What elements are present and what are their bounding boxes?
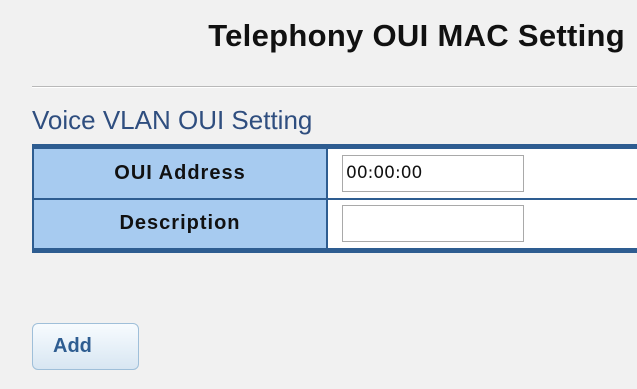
description-row: Description [33,198,637,251]
description-cell [327,198,637,251]
add-button[interactable]: Add [32,323,139,370]
title-divider [32,86,637,88]
description-label: Description [33,198,328,251]
oui-address-row: OUI Address [33,146,637,200]
section-title: Voice VLAN OUI Setting [32,105,313,135]
oui-address-label: OUI Address [33,146,328,200]
oui-address-cell [327,146,637,200]
oui-address-input[interactable] [342,154,524,192]
oui-settings-table: OUI Address Description [32,144,637,253]
description-input[interactable] [342,205,524,243]
page-title: Telephony OUI MAC Setting [208,18,625,53]
